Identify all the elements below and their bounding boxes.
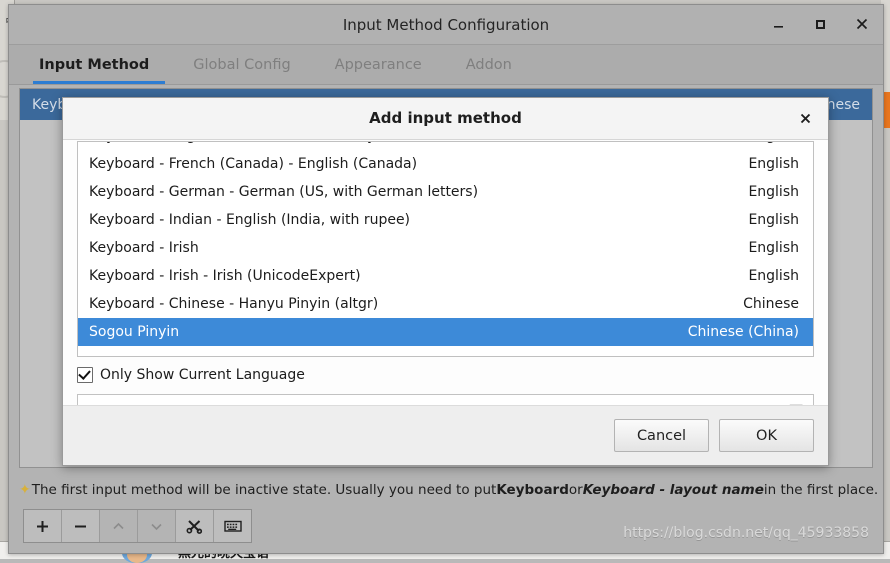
hint-text-part1: The first input method will be inactive … [32,482,497,498]
input-method-name: Keyboard - Irish - Irish (UnicodeExpert) [89,268,361,284]
cancel-button[interactable]: Cancel [614,419,709,452]
list-item-selected[interactable]: Sogou Pinyin Chinese (China) [78,318,813,346]
input-method-name: Keyboard - Indian - English (India, with… [89,212,410,228]
input-method-language: English [748,156,801,172]
only-show-current-language-checkbox[interactable]: Only Show Current Language [77,361,814,389]
input-method-name: Sogou Pinyin [89,324,179,340]
hint-text-part3: in the first place. [764,482,878,498]
tab-global-config[interactable]: Global Config [171,45,312,84]
tab-input-method[interactable]: Input Method [27,45,171,84]
hint-text-bold: Keyboard [496,482,569,498]
ok-button[interactable]: OK [719,419,814,452]
close-icon[interactable] [851,13,873,35]
input-method-language: English [748,268,801,284]
add-input-method-dialog: Add input method Keyboard - English (US)… [62,97,829,466]
list-item[interactable]: Keyboard - English (US) - Sicilian (US k… [78,141,813,150]
tab-label: Global Config [193,57,290,73]
page-title: Input Method Configuration [9,16,883,34]
list-item[interactable]: Keyboard - Irish English [78,234,813,262]
star-icon: ✦ [19,483,31,497]
input-method-language: English [748,240,801,256]
input-method-name: Keyboard - Chinese - Hanyu Pinyin (altgr… [89,296,378,312]
window-title-bar: Input Method Configuration [9,5,883,45]
input-method-language: English [748,184,801,200]
window-controls [767,13,873,35]
list-item[interactable]: Keyboard - German - German (US, with Ger… [78,178,813,206]
input-method-name: Keyboard - English (US) - Sicilian (US k… [89,141,421,144]
dialog-close-icon[interactable] [796,109,814,127]
tab-label: Input Method [39,57,149,73]
input-method-name: Keyboard - German - German (US, with Ger… [89,184,478,200]
input-method-name: Keyboard - French (Canada) - English (Ca… [89,156,417,172]
hint-text-part2: or [569,482,583,498]
list-item[interactable]: Keyboard - Irish - Irish (UnicodeExpert)… [78,262,813,290]
list-toolbar [23,509,252,543]
list-item[interactable]: Keyboard - French (Canada) - English (Ca… [78,150,813,178]
maximize-icon[interactable] [809,13,831,35]
input-method-language: Chinese [743,296,801,312]
input-method-name: Keyboard - Irish [89,240,199,256]
input-method-language: English [748,141,801,144]
keyboard-icon[interactable] [214,510,251,542]
hint-text-bold-italic: Keyboard - layout name [583,482,764,498]
tab-appearance[interactable]: Appearance [313,45,444,84]
dialog-footer: Cancel OK [63,405,828,465]
checkbox-label: Only Show Current Language [100,367,305,383]
list-item[interactable]: Keyboard - Chinese - Hanyu Pinyin (altgr… [78,290,813,318]
list-item[interactable]: Keyboard - Indian - English (India, with… [78,206,813,234]
move-down-button[interactable] [138,510,176,542]
tab-bar: Input Method Global Config Appearance Ad… [9,45,883,85]
move-up-button[interactable] [100,510,138,542]
watermark-text: https://blog.csdn.net/qq_45933858 [623,525,869,541]
dialog-header: Add input method [63,98,828,140]
available-input-method-list[interactable]: Keyboard - English (US) - Sicilian (US k… [77,141,814,357]
remove-button[interactable] [62,510,100,542]
input-method-language: English [748,212,801,228]
tab-label: Appearance [335,57,422,73]
tab-addon[interactable]: Addon [444,45,534,84]
dialog-title: Add input method [63,109,828,127]
hint-message: ✦ The first input method will be inactiv… [19,479,873,501]
add-button[interactable] [24,510,62,542]
tab-label: Addon [466,57,512,73]
dialog-body: Keyboard - English (US) - Sicilian (US k… [63,141,828,429]
input-method-language: Chinese (China) [688,324,801,340]
checkbox-checked-icon [77,367,93,383]
minimize-icon[interactable] [767,13,789,35]
tools-icon[interactable] [176,510,214,542]
